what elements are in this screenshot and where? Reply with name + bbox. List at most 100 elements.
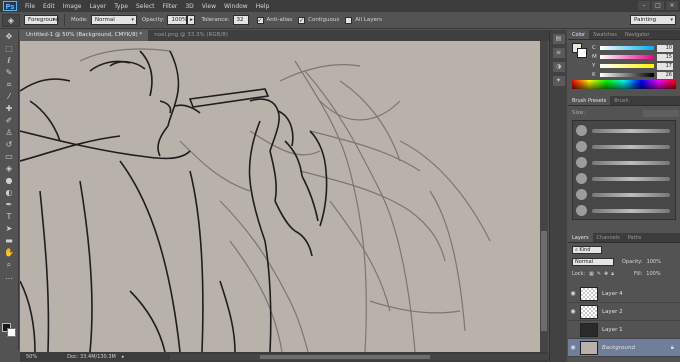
menu-file[interactable]: File — [25, 3, 35, 10]
black-bar[interactable] — [600, 73, 654, 77]
canvas-horizontal-scrollbar[interactable] — [170, 354, 550, 360]
tab-layers[interactable]: Layers — [568, 233, 593, 242]
canvas-vertical-scrollbar[interactable] — [540, 41, 548, 352]
path-select-tool-icon[interactable]: ➤ — [2, 223, 17, 234]
fill-source-dropdown[interactable]: Foreground ▾ — [24, 15, 59, 25]
shape-tool-icon[interactable]: ▬ — [2, 235, 17, 246]
layer-filter-dropdown[interactable]: ⌕ Kind — [572, 246, 602, 254]
black-slider[interactable]: K 26 — [592, 71, 678, 79]
magenta-slider[interactable]: M 15 — [592, 53, 678, 61]
paint-bucket-tool-icon[interactable]: ◈ — [2, 163, 17, 174]
healing-brush-tool-icon[interactable]: ✚ — [2, 103, 17, 114]
visibility-eye-icon[interactable]: ◉ — [568, 290, 578, 297]
zoom-tool-icon[interactable]: ⌕ — [2, 259, 17, 270]
opacity-slider-toggle[interactable]: ▸ — [187, 15, 196, 25]
zoom-level[interactable]: 50% — [26, 354, 37, 360]
move-tool-icon[interactable]: ✥ — [2, 31, 17, 42]
status-arrow-icon[interactable]: ▸ — [122, 354, 125, 360]
blur-tool-icon[interactable]: ● — [2, 175, 17, 186]
menu-3d[interactable]: 3D — [185, 3, 193, 10]
type-tool-icon[interactable]: T — [2, 211, 17, 222]
tab-brush-presets[interactable]: Brush Presets — [568, 96, 611, 105]
contiguous-checkbox[interactable]: ✓ — [298, 16, 306, 24]
lock-paint-icon[interactable]: ✎ — [597, 271, 601, 277]
tab-navigator[interactable]: Navigator — [621, 30, 653, 39]
clone-source-panel-icon[interactable]: ✦ — [552, 76, 565, 86]
lock-all-icon[interactable]: 🔒︎ — [611, 271, 614, 277]
layer-row-layer-2[interactable]: ◉ Layer 2 — [568, 303, 680, 321]
brush-preset-item[interactable] — [576, 141, 674, 153]
marquee-tool-icon[interactable]: ⬚ — [2, 43, 17, 54]
menu-select[interactable]: Select — [136, 3, 155, 10]
layer-opacity-value[interactable]: 100% — [647, 259, 661, 265]
close-icon[interactable]: × — [666, 1, 678, 10]
yellow-slider[interactable]: Y 17 — [592, 62, 678, 70]
layer-row-layer-4[interactable]: ◉ Layer 4 — [568, 285, 680, 303]
panel-background-swatch[interactable] — [577, 48, 587, 58]
menu-view[interactable]: View — [202, 3, 216, 10]
minimize-icon[interactable]: – — [638, 1, 650, 10]
history-panel-icon[interactable]: ▤ — [552, 34, 565, 44]
crop-tool-icon[interactable]: ⌗ — [2, 79, 17, 90]
magenta-bar[interactable] — [600, 55, 654, 59]
tab-brush[interactable]: Brush — [610, 96, 632, 105]
yellow-value[interactable]: 17 — [657, 62, 673, 70]
menu-image[interactable]: Image — [63, 3, 82, 10]
lasso-tool-icon[interactable]: ℓ — [2, 55, 17, 66]
yellow-bar[interactable] — [600, 64, 654, 68]
opacity-field[interactable]: 100% — [167, 15, 188, 25]
tab-paths[interactable]: Paths — [624, 233, 646, 242]
layer-name[interactable]: Layer 2 — [602, 309, 623, 315]
document-canvas[interactable] — [20, 41, 540, 352]
brush-preset-item[interactable] — [576, 157, 674, 169]
quick-select-tool-icon[interactable]: ✎ — [2, 67, 17, 78]
menu-filter[interactable]: Filter — [163, 3, 178, 10]
cyan-value[interactable]: 10 — [657, 44, 673, 52]
app-logo[interactable]: Ps — [3, 1, 17, 11]
anti-alias-checkbox[interactable]: ✓ — [256, 16, 264, 24]
eraser-tool-icon[interactable]: ▭ — [2, 151, 17, 162]
color-spectrum-ramp[interactable] — [572, 80, 676, 89]
tolerance-field[interactable]: 32 — [232, 15, 249, 25]
background-color-swatch[interactable] — [7, 328, 16, 337]
clone-stamp-tool-icon[interactable]: ♙ — [2, 127, 17, 138]
layer-name[interactable]: Layer 1 — [602, 327, 623, 333]
layer-row-background[interactable]: ◉ Background 🔒︎ — [568, 339, 680, 357]
brush-preset-item[interactable] — [576, 189, 674, 201]
magenta-value[interactable]: 15 — [657, 53, 673, 61]
paint-bucket-icon[interactable]: ◈ — [2, 13, 20, 27]
menu-edit[interactable]: Edit — [43, 3, 55, 10]
cyan-bar[interactable] — [600, 46, 654, 50]
mode-dropdown[interactable]: Normal ▾ — [90, 15, 137, 25]
adjustments-panel-icon[interactable]: ◑ — [552, 62, 565, 72]
brush-size-input[interactable] — [643, 109, 680, 117]
document-tab-other[interactable]: noel.png @ 33.3% (RGB/8) — [148, 30, 234, 41]
layer-row-layer-1[interactable]: Layer 1 — [568, 321, 680, 339]
menu-help[interactable]: Help — [256, 3, 270, 10]
lock-position-icon[interactable]: ✥ — [604, 271, 608, 277]
brush-preset-item[interactable] — [576, 125, 674, 137]
maximize-icon[interactable]: □ — [652, 1, 664, 10]
brush-preset-item[interactable] — [576, 205, 674, 217]
visibility-eye-icon[interactable]: ◉ — [568, 344, 578, 351]
eyedropper-tool-icon[interactable]: ⁄ — [2, 91, 17, 102]
menu-type[interactable]: Type — [114, 3, 128, 10]
dodge-tool-icon[interactable]: ◐ — [2, 187, 17, 198]
brush-tool-icon[interactable]: ✐ — [2, 115, 17, 126]
cyan-slider[interactable]: C 10 — [592, 44, 678, 52]
visibility-eye-icon[interactable]: ◉ — [568, 308, 578, 315]
brush-preset-list[interactable] — [572, 120, 676, 220]
workspace-dropdown[interactable]: Painting ▾ — [630, 15, 676, 25]
more-tools-icon[interactable]: … — [2, 271, 17, 282]
brush-preset-item[interactable] — [576, 173, 674, 185]
all-layers-checkbox[interactable] — [345, 16, 353, 24]
horizontal-scroll-thumb[interactable] — [260, 355, 430, 359]
tab-swatches[interactable]: Swatches — [589, 30, 621, 39]
fill-value[interactable]: 100% — [646, 271, 660, 277]
hand-tool-icon[interactable]: ✋ — [2, 247, 17, 258]
tab-channels[interactable]: Channels — [593, 233, 624, 242]
lock-transparency-icon[interactable]: ▦ — [589, 271, 594, 277]
layer-name[interactable]: Background — [602, 345, 635, 351]
menu-window[interactable]: Window — [224, 3, 248, 10]
black-value[interactable]: 26 — [657, 71, 673, 79]
